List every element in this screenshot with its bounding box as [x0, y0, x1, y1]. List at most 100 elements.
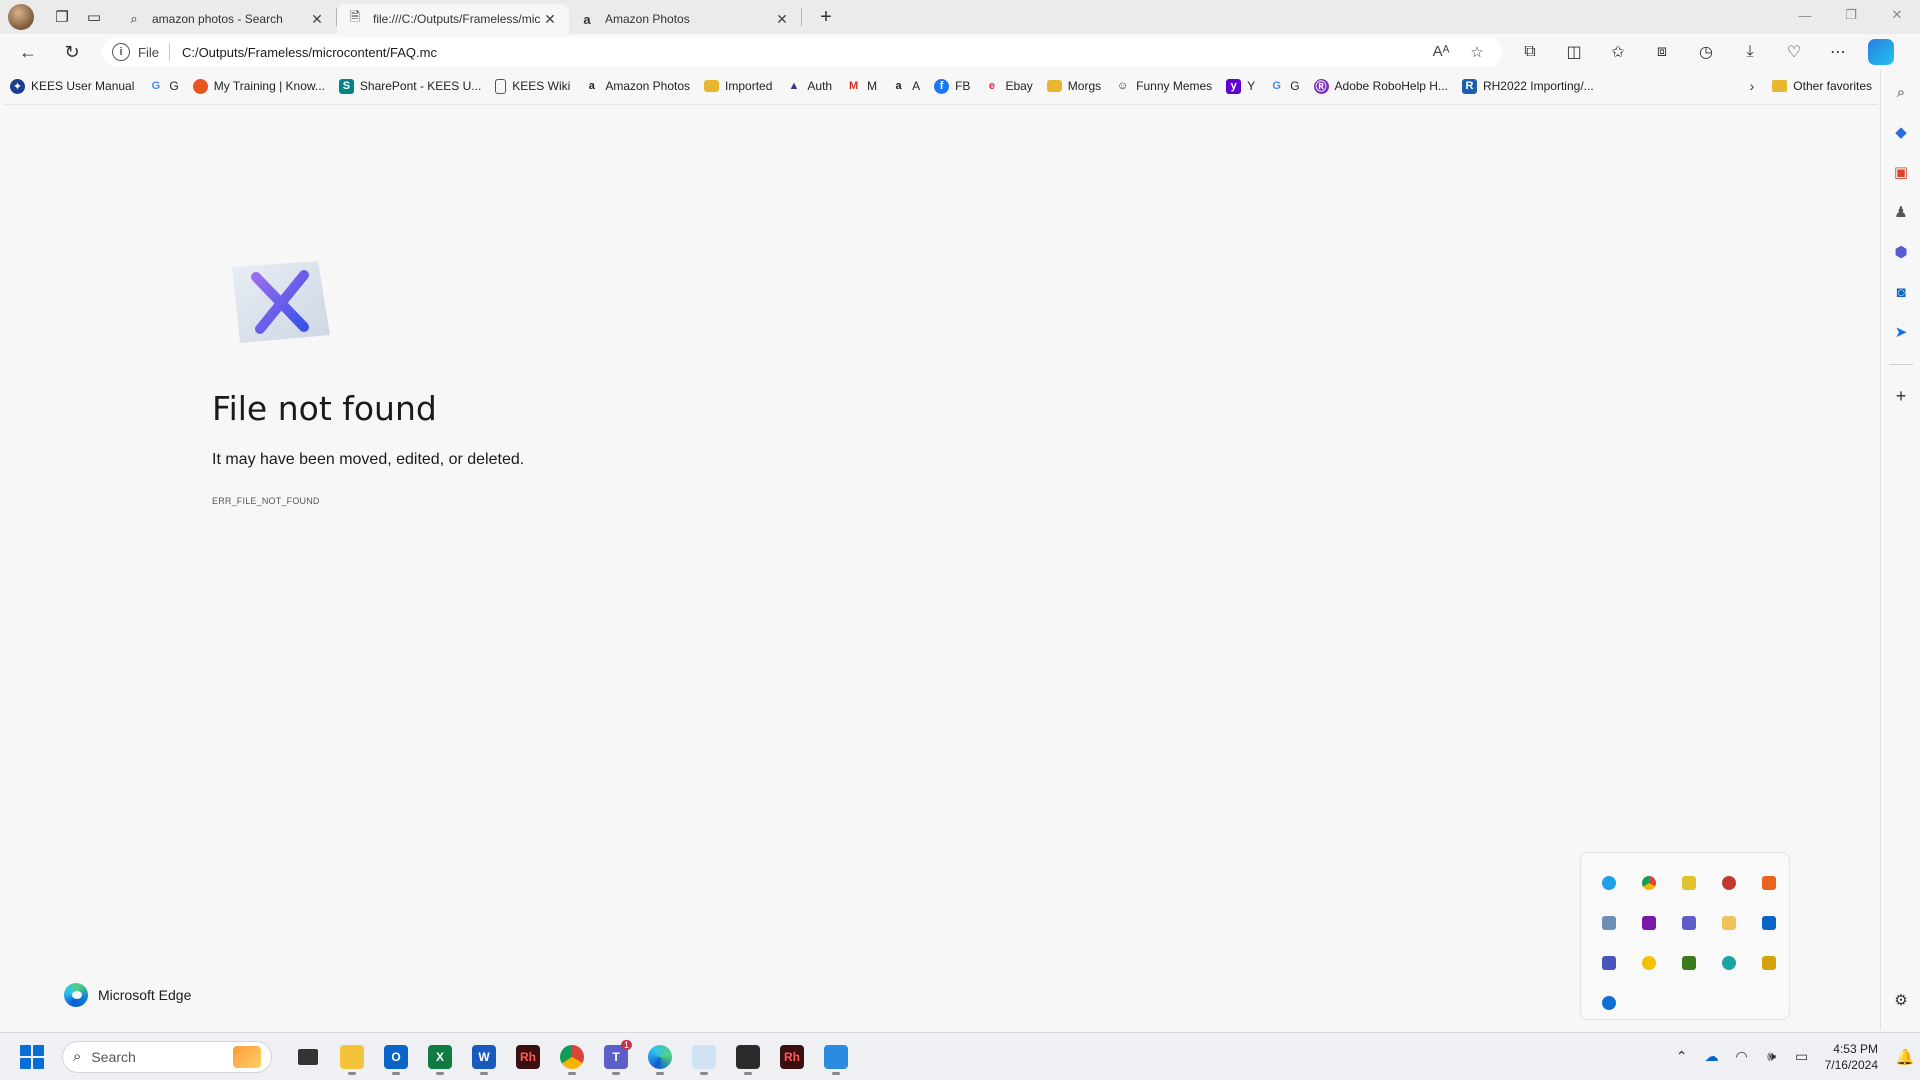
more-options-icon[interactable]: ⋯ — [1816, 37, 1860, 67]
sidebar-shopping-icon[interactable]: ◆ — [1889, 120, 1913, 144]
file-explorer-icon[interactable] — [330, 1037, 374, 1077]
taskbar-search[interactable]: ⌕ Search — [62, 1040, 272, 1073]
sidebar-settings-icon[interactable]: ⚙ — [1889, 988, 1913, 1012]
profile-avatar[interactable] — [8, 4, 34, 30]
close-icon[interactable]: ✕ — [541, 11, 559, 28]
chrome-tray-icon[interactable] — [1629, 863, 1669, 903]
close-icon[interactable]: ✕ — [773, 11, 791, 28]
refresh-icon[interactable]: ↻ — [56, 37, 88, 67]
favorite-adobe-robohelp[interactable]: Ⓡ Adobe RoboHelp H... — [1313, 78, 1448, 94]
close-icon[interactable]: ✕ — [308, 11, 326, 28]
cloud-sync-tray-icon[interactable] — [1709, 863, 1749, 903]
clock[interactable]: 4:53 PM 7/16/2024 — [1825, 1041, 1878, 1073]
sidebar-add-icon[interactable]: + — [1889, 384, 1913, 408]
notepad-icon[interactable] — [814, 1037, 858, 1077]
robohelp-2-icon[interactable]: Rh — [770, 1037, 814, 1077]
collections-icon[interactable]: ⧈ — [1640, 37, 1684, 67]
onedrive-icon[interactable]: ☁ — [1697, 1048, 1727, 1065]
read-aloud-icon[interactable]: Aᴬ — [1426, 43, 1456, 61]
address-url[interactable]: C:/Outputs/Frameless/microcontent/FAQ.mc — [182, 45, 1426, 60]
window-controls: — ❐ ✕ — [1782, 0, 1920, 30]
status-tray-icon[interactable] — [1629, 943, 1669, 983]
favorite-kees-wiki[interactable]: KEES Wiki — [495, 78, 570, 94]
favorite-auth[interactable]: ▲ Auth — [786, 79, 832, 94]
start-button[interactable] — [20, 1044, 44, 1069]
task-view-icon[interactable] — [286, 1037, 330, 1077]
teams-badge: 1 — [620, 1039, 632, 1050]
favorite-sharepoint[interactable]: S SharePont - KEES U... — [338, 78, 481, 94]
window-close-icon[interactable]: ✕ — [1874, 0, 1920, 30]
favorite-amazon-photos[interactable]: a Amazon Photos — [584, 79, 690, 94]
tab-amazon-photos[interactable]: a Amazon Photos ✕ — [569, 4, 801, 34]
shield-tray-icon[interactable] — [1749, 863, 1789, 903]
bluetooth-tray-icon[interactable] — [1589, 983, 1629, 1023]
favorite-rh2022[interactable]: R RH2022 Importing/... — [1461, 78, 1594, 94]
favorite-funny-memes[interactable]: ☺ Funny Memes — [1115, 79, 1212, 94]
sidebar-send-icon[interactable]: ➤ — [1889, 320, 1913, 344]
performance-monitor-icon[interactable] — [682, 1037, 726, 1077]
teams-work-tray-icon[interactable] — [1589, 943, 1629, 983]
sidebar-search-icon[interactable]: ⌕ — [1889, 80, 1913, 104]
favorite-my-training[interactable]: My Training | Know... — [192, 78, 325, 94]
favorite-yahoo[interactable]: yY — [1226, 78, 1255, 94]
edge-tray-icon[interactable] — [1589, 863, 1629, 903]
favorite-amazon[interactable]: aA — [891, 79, 921, 94]
browser-essentials-icon[interactable]: ♡ — [1772, 37, 1816, 67]
wifi-icon[interactable]: ◠ — [1727, 1048, 1757, 1065]
volume-icon[interactable]: 🕪 — [1757, 1048, 1787, 1065]
onenote-tray-icon[interactable] — [1629, 903, 1669, 943]
back-icon[interactable]: ← — [12, 37, 44, 67]
favorite-kees-user-manual[interactable]: ✦ KEES User Manual — [10, 78, 134, 94]
other-favorites[interactable]: Other favorites — [1772, 79, 1872, 93]
favorite-ebay[interactable]: e Ebay — [984, 79, 1033, 94]
terminal-icon[interactable] — [726, 1037, 770, 1077]
notes-tray-icon[interactable] — [1589, 903, 1629, 943]
favorite-google-1[interactable]: GG — [148, 79, 179, 94]
minimize-icon[interactable]: — — [1782, 0, 1828, 30]
favorite-imported[interactable]: Imported — [704, 79, 772, 93]
favorite-gmail[interactable]: MM — [846, 79, 877, 94]
favorite-google-2[interactable]: GG — [1269, 79, 1299, 94]
address-bar[interactable]: i File C:/Outputs/Frameless/microcontent… — [102, 37, 1502, 67]
notification-bell-icon[interactable]: 🔔 — [1890, 1048, 1920, 1066]
tab-amazon-photos-search[interactable]: ⌕ amazon photos - Search ✕ — [116, 4, 336, 34]
vertical-tabs-icon[interactable]: ▭ — [78, 3, 110, 31]
chevron-right-icon[interactable]: › — [1750, 78, 1755, 94]
restore-icon[interactable]: ❐ — [1828, 0, 1874, 30]
sidebar-games-icon[interactable]: ♟ — [1889, 200, 1913, 224]
mail-tray-icon[interactable] — [1709, 903, 1749, 943]
excel-icon[interactable]: X — [418, 1037, 462, 1077]
extensions-icon[interactable]: ⧉ — [1508, 37, 1552, 67]
favorite-star-icon[interactable]: ☆ — [1462, 43, 1492, 61]
chevron-up-icon[interactable]: ⌃ — [1667, 1048, 1697, 1065]
nvidia-tray-icon[interactable] — [1669, 943, 1709, 983]
new-tab-button[interactable]: + — [810, 3, 842, 31]
chrome-icon[interactable] — [550, 1037, 594, 1077]
network-tray-icon[interactable] — [1749, 943, 1789, 983]
history-icon[interactable]: ◷ — [1684, 37, 1728, 67]
copilot-icon[interactable] — [1868, 39, 1894, 65]
robohelp-icon[interactable]: Rh — [506, 1037, 550, 1077]
vpn-tray-icon[interactable] — [1709, 943, 1749, 983]
tab-file-faq[interactable]: 🗎 file:///C:/Outputs/Frameless/mic ✕ — [337, 4, 569, 34]
sidebar-outlook-icon[interactable]: ◙ — [1889, 280, 1913, 304]
teams-icon[interactable]: T1 — [594, 1037, 638, 1077]
workspaces-icon[interactable]: ❐ — [46, 3, 78, 31]
battery-icon[interactable]: ▭ — [1787, 1048, 1817, 1065]
word-icon[interactable]: W — [462, 1037, 506, 1077]
security-tray-icon[interactable] — [1669, 863, 1709, 903]
favorites-icon[interactable]: ✩ — [1596, 37, 1640, 67]
info-icon[interactable]: i — [112, 43, 130, 61]
folder-icon — [1772, 80, 1788, 92]
teams-tray-icon[interactable] — [1669, 903, 1709, 943]
sidebar-office-icon[interactable]: ⬢ — [1889, 240, 1913, 264]
favorite-morgs[interactable]: Morgs — [1046, 79, 1101, 93]
outlook-tray-icon[interactable] — [1749, 903, 1789, 943]
downloads-icon[interactable]: ⤓ — [1728, 37, 1772, 67]
edge-icon[interactable] — [638, 1037, 682, 1077]
outlook-icon[interactable]: O — [374, 1037, 418, 1077]
robohelp-icon: Ⓡ — [1313, 78, 1329, 94]
sidebar-tools-icon[interactable]: ▣ — [1889, 160, 1913, 184]
split-screen-icon[interactable]: ◫ — [1552, 37, 1596, 67]
favorite-facebook[interactable]: f FB — [934, 78, 970, 94]
